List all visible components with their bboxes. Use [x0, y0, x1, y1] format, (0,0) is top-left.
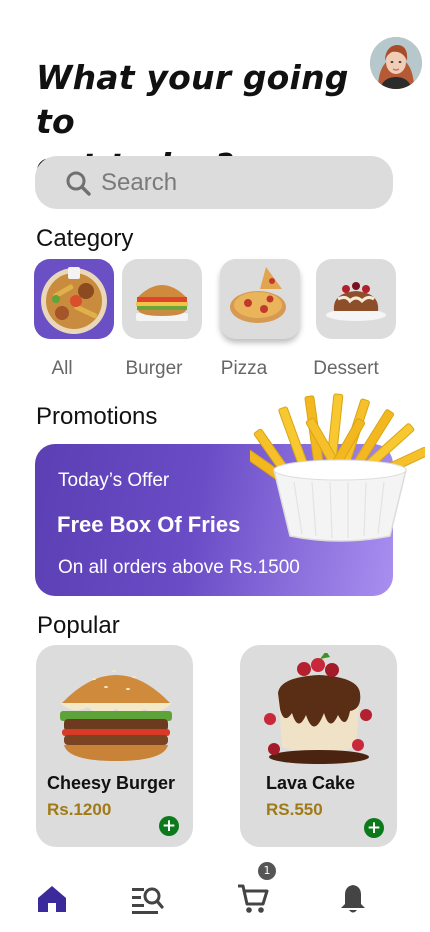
- search-icon: [66, 171, 91, 196]
- pizza-icon: [230, 267, 286, 323]
- category-tile-burger[interactable]: [122, 259, 202, 339]
- search-input[interactable]: [101, 168, 361, 197]
- search-list-icon[interactable]: [130, 882, 164, 916]
- add-to-cart-button[interactable]: +: [159, 816, 179, 836]
- popular-card-cheesy-burger[interactable]: Cheesy Burger Rs.1200 +: [36, 645, 193, 847]
- category-label-burger: Burger: [125, 358, 183, 379]
- cheesy-burger-image: [60, 670, 172, 761]
- category-label-pizza: Pizza: [220, 358, 268, 379]
- promotions-title: Promotions: [36, 403, 158, 430]
- category-label-dessert: Dessert: [313, 358, 379, 379]
- bell-icon[interactable]: [336, 882, 370, 916]
- home-icon[interactable]: [35, 882, 69, 916]
- category-label-all: All: [51, 358, 73, 379]
- popular-title: Popular: [37, 612, 120, 639]
- avatar[interactable]: [370, 37, 422, 89]
- lava-cake-image: [264, 653, 372, 764]
- dessert-icon: [326, 282, 386, 321]
- category-tile-all[interactable]: [34, 259, 114, 339]
- fries-box-image: [250, 393, 425, 542]
- category-title: Category: [36, 225, 134, 252]
- card-name: Cheesy Burger: [47, 773, 176, 793]
- popular-card-lava-cake[interactable]: Lava Cake RS.550 +: [240, 645, 397, 847]
- mixed-food-platter-icon: [41, 267, 107, 334]
- page-title-line-1: What your going to: [36, 58, 349, 141]
- cart-count-badge: 1: [258, 862, 276, 880]
- card-name: Lava Cake: [266, 773, 356, 793]
- category-tile-dessert[interactable]: [316, 259, 396, 339]
- avatar-portrait-icon: [370, 37, 422, 89]
- category-tile-pizza[interactable]: [220, 259, 300, 339]
- search-bar[interactable]: [35, 156, 393, 209]
- burger-icon: [136, 285, 188, 321]
- card-price: RS.550: [266, 800, 323, 819]
- cart-icon[interactable]: [236, 882, 270, 916]
- promo-subtitle: On all orders above Rs.1500: [58, 557, 300, 578]
- card-price: Rs.1200: [47, 800, 112, 819]
- add-to-cart-button[interactable]: +: [364, 818, 384, 838]
- promo-headline: Free Box Of Fries: [57, 512, 241, 537]
- promo-kicker: Today’s Offer: [58, 470, 170, 491]
